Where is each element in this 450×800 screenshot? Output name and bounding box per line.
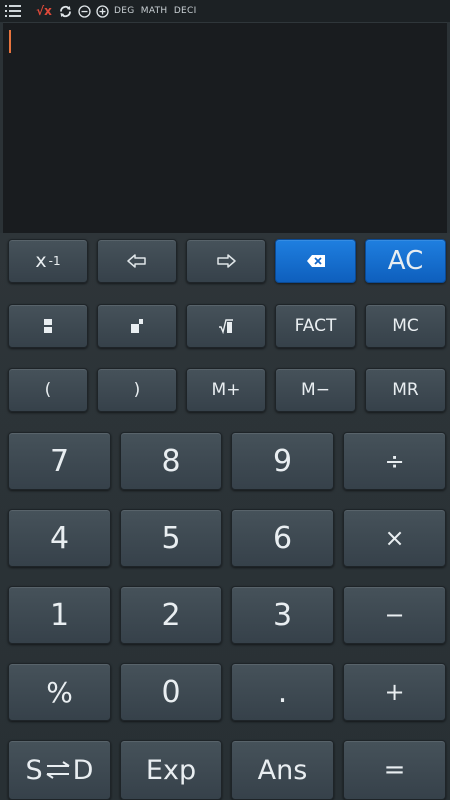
keypad: x -1 AC FACT MC () M+ M− MR 7 8 9 ÷ 4 5… [0,233,450,800]
minus-label: − [384,601,405,629]
divide-label: ÷ [384,447,405,475]
menu-icon[interactable] [2,0,24,22]
open-paren-label: ( [44,380,52,400]
minus-button[interactable]: − [343,586,446,644]
minus-circle-icon[interactable] [76,0,92,22]
answer-button[interactable]: Ans [231,740,334,800]
percent-button[interactable]: % [8,663,111,721]
percent-label: % [46,675,73,709]
digit-5-label: 5 [161,520,181,556]
multiply-button[interactable]: × [343,509,446,567]
digit-5-button[interactable]: 5 [120,509,222,567]
status-bar: √x DEG MATH DECI [0,0,450,22]
close-paren-label: ) [133,380,141,400]
equals-button[interactable]: = [343,740,446,800]
fraction-button[interactable] [8,304,88,348]
open-paren-button[interactable]: ( [8,368,88,412]
plus-circle-icon[interactable] [94,0,110,22]
power-icon [130,318,144,334]
s-to-d-button[interactable]: S D [8,740,111,800]
memory-add-button[interactable]: M+ [186,368,266,412]
digit-6-button[interactable]: 6 [231,509,334,567]
digit-3-label: 3 [272,597,293,633]
memory-clear-button[interactable]: MC [365,304,446,348]
root-button[interactable] [186,304,266,348]
backspace-button[interactable] [275,239,356,283]
digit-7-button[interactable]: 7 [8,432,111,490]
digit-2-label: 2 [161,597,181,633]
inverse-exponent: -1 [48,254,61,268]
swap-arrows-icon [45,761,71,779]
power-button[interactable] [97,304,177,348]
memory-recall-button[interactable]: MR [365,368,446,412]
digit-2-button[interactable]: 2 [120,586,222,644]
digit-8-button[interactable]: 8 [120,432,222,490]
all-clear-label: AC [387,246,424,276]
factorial-button[interactable]: FACT [275,304,356,348]
digit-8-label: 8 [161,443,181,479]
answer-label: Ans [257,754,308,786]
sd-d-label: D [72,754,94,786]
exponent-label: Exp [145,754,197,786]
sd-s-label: S [25,754,43,786]
backspace-icon [306,254,326,268]
mode-indicator: DEG MATH DECI [114,6,197,16]
digit-9-label: 9 [272,443,293,479]
digit-9-button[interactable]: 9 [231,432,334,490]
sqrt-x-icon[interactable]: √x [34,0,54,22]
right-arrow-icon [216,254,236,268]
inverse-base: x [35,250,47,272]
digit-1-button[interactable]: 1 [8,586,111,644]
memory-add-label: M+ [211,380,241,400]
cursor-right-button[interactable] [186,239,266,283]
memory-recall-label: MR [392,380,419,400]
refresh-icon[interactable] [56,0,74,22]
fraction-icon [43,318,53,334]
decimal-point-label: . [277,674,288,710]
all-clear-button[interactable]: AC [365,239,446,283]
memory-subtract-button[interactable]: M− [275,368,356,412]
left-arrow-icon [127,254,147,268]
exponent-button[interactable]: Exp [120,740,222,800]
digit-6-label: 6 [272,520,293,556]
decimal-point-button[interactable]: . [231,663,334,721]
digit-4-label: 4 [49,520,70,556]
memory-clear-label: MC [392,316,419,336]
digit-1-label: 1 [49,597,70,633]
inverse-button[interactable]: x -1 [8,239,88,283]
digit-0-button[interactable]: 0 [120,663,222,721]
multiply-label: × [384,524,405,552]
equals-label: = [383,755,406,785]
divide-button[interactable]: ÷ [343,432,446,490]
plus-button[interactable]: + [343,663,446,721]
close-paren-button[interactable]: ) [97,368,177,412]
digit-3-button[interactable]: 3 [231,586,334,644]
factorial-label: FACT [294,316,337,336]
digit-4-button[interactable]: 4 [8,509,111,567]
memory-subtract-label: M− [301,380,330,400]
root-icon [218,318,234,334]
digit-0-label: 0 [161,674,181,710]
text-cursor [9,30,11,53]
digit-7-label: 7 [49,443,70,479]
display-area[interactable] [3,22,447,234]
plus-label: + [384,678,405,706]
cursor-left-button[interactable] [97,239,177,283]
